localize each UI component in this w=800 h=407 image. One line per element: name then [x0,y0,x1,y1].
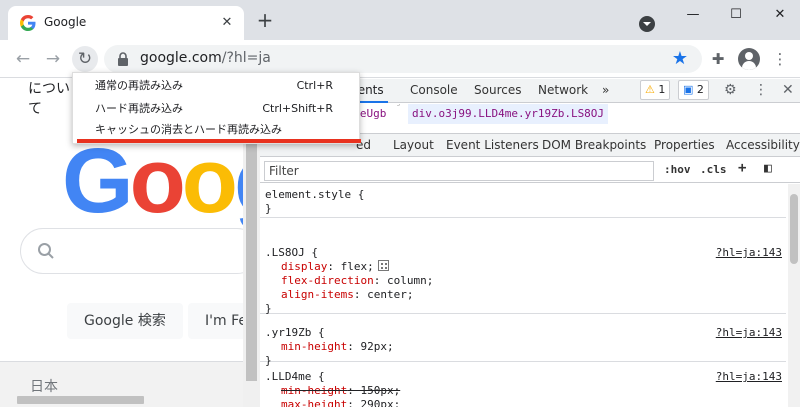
menu-item-empty-cache-hard-reload[interactable]: キャッシュの消去とハード再読み込み [73,121,359,139]
tab-properties[interactable]: Properties [654,138,715,152]
google-favicon-icon [20,15,36,31]
more-menu-icon[interactable]: ⋮ [770,49,790,69]
bookmark-star-icon[interactable]: ★ [672,48,688,69]
menu-item-normal-reload[interactable]: 通常の再読み込み Ctrl+R [73,75,359,97]
css-declaration[interactable]: min-height: 92px; [265,340,786,354]
footer-country: 日本 [30,379,58,395]
breadcrumb-item-selected[interactable]: div.o3j99.LLD4me.yr19Zb.LS8OJ [408,104,609,124]
css-declaration[interactable]: min-height: 150px; [265,384,786,398]
reload-icon[interactable]: ↻ [72,46,98,72]
tab-dom-breakpoints[interactable]: DOM Breakpoints [542,138,646,152]
messages-badge[interactable]: ▣ 2 [678,80,709,100]
rule-selector[interactable]: .LLD4me { [265,370,786,384]
google-search-button[interactable]: Google 検索 [67,303,183,339]
maximize-button[interactable]: ☐ [722,4,750,26]
new-rule-plus-icon[interactable]: + [738,160,746,176]
browser-tab-google[interactable]: Google ✕ [8,6,244,40]
highlight-underline [77,139,361,143]
warning-icon: ⚠ [645,83,655,96]
logo-letter: g [234,130,243,232]
rule-close-brace: } [265,202,272,215]
rule-close-brace: } [265,302,272,315]
menu-item-hard-reload[interactable]: ハード再読み込み Ctrl+Shift+R [73,98,359,120]
css-rule: element.style {} [260,184,786,218]
rule-source-link[interactable]: ?hl=ja:143 [716,246,782,260]
more-tabs-chevron-icon[interactable]: » [602,83,609,97]
rule-selector[interactable]: element.style { [265,188,786,202]
horizontal-scrollbar-thumb[interactable] [17,396,144,404]
back-icon[interactable]: ← [10,46,36,72]
logo-letter: G [62,130,134,232]
css-declaration[interactable]: flex-direction: column; [265,274,786,288]
minimize-button[interactable]: — [679,4,707,26]
devtools-close-icon[interactable]: ✕ [782,82,794,98]
warnings-badge[interactable]: ⚠ 1 [640,80,671,100]
tab-sources[interactable]: Sources [474,83,521,97]
css-rule: .LLD4me {?hl=ja:143 min-height: 150px; max… [260,366,786,407]
tab-event-listeners[interactable]: Event Listeners [446,138,539,152]
reload-context-menu: 通常の再読み込み Ctrl+R ハード再読み込み Ctrl+Shift+R キャッシ… [72,72,361,144]
new-tab-button[interactable]: + [254,10,276,32]
toggle-sidebar-icon[interactable]: ◧ [764,161,772,176]
flexbox-editor-icon[interactable] [377,260,389,271]
cls-toggle[interactable]: .cls [700,163,727,176]
tab-network[interactable]: Network [538,83,588,97]
message-icon: ▣ [683,83,694,96]
styles-scrollbar[interactable] [788,184,800,407]
profile-avatar[interactable] [738,48,760,70]
css-declaration[interactable]: align-items: center; [265,288,786,302]
google-logo: Goog [62,135,243,227]
tab-layout[interactable]: Layout [393,138,434,152]
css-declaration[interactable]: display: flex; [265,260,786,274]
rule-selector[interactable]: .yr19Zb { [265,326,786,340]
tab-console[interactable]: Console [410,83,458,97]
forward-icon[interactable]: → [40,46,66,72]
window-close-button[interactable]: ✕ [766,4,794,26]
feeling-lucky-button[interactable]: I'm Fe [188,303,243,339]
filter-input[interactable]: Filter [264,161,654,181]
tab-accessibility[interactable]: Accessibility [726,138,800,152]
search-input[interactable] [20,228,243,274]
page-intro-text: につい て [28,81,70,117]
lock-icon[interactable] [116,52,130,66]
rule-source-link[interactable]: ?hl=ja:143 [716,326,782,340]
address-bar[interactable]: google.com/?hl=ja ★ [104,45,702,73]
styles-rules-list: element.style {} .LS8OJ {?hl=ja:143 displa… [260,184,800,407]
css-rule: .LS8OJ {?hl=ja:143 display: flex; flex-dir… [260,242,786,315]
close-icon[interactable]: ✕ [216,12,238,34]
css-rule: .yr19Zb {?hl=ja:143 min-height: 92px;} [260,322,786,367]
extensions-puzzle-icon[interactable]: ✚ [708,49,728,69]
styles-filter-bar: Filter :hov .cls + ◧ [260,159,800,183]
tab-title: Google [44,15,87,29]
tab-strip: Google ✕ + — ☐ ✕ [0,0,800,40]
search-icon [38,243,54,259]
rule-source-link[interactable]: ?hl=ja:143 [716,370,782,384]
styles-scrollbar-thumb[interactable] [790,194,798,264]
logo-letter: o [181,130,238,232]
rule-selector[interactable]: .LS8OJ { [265,246,786,260]
hov-toggle[interactable]: :hov [664,163,691,176]
settings-gear-icon[interactable]: ⚙ [724,82,737,98]
devtools-more-icon[interactable]: ⋮ [754,82,768,98]
url-text[interactable]: google.com/?hl=ja [140,50,271,66]
tab-search-icon[interactable] [639,16,655,32]
logo-letter: o [129,130,186,232]
css-declaration[interactable]: max-height: 290px; [265,398,786,407]
